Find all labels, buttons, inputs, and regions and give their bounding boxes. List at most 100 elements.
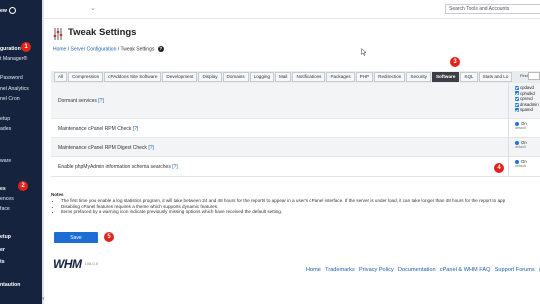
sidebar-item-label: face xyxy=(0,206,10,212)
sidebar-item-analytics[interactable]: nel Analytics xyxy=(0,86,29,92)
sidebar-item-documentation[interactable]: ntaution xyxy=(0,282,20,288)
checkbox-checked-icon[interactable] xyxy=(515,85,519,90)
tab-php[interactable]: PHP xyxy=(355,72,374,82)
default-label: default xyxy=(515,164,526,168)
save-button[interactable]: Save xyxy=(54,232,98,243)
checkbox-checked-icon[interactable] xyxy=(515,102,519,107)
rpm-check-toggle[interactable]: On default xyxy=(515,121,527,130)
footer-link-privacy-policy[interactable]: Privacy Policy xyxy=(359,267,394,273)
checkbox-checked-icon[interactable] xyxy=(515,91,519,96)
callout-badge-2: 2 xyxy=(18,181,28,191)
sidebar-item-upgrades[interactable]: ades xyxy=(0,126,11,132)
sidebar-item-preferences-section[interactable]: es xyxy=(0,186,6,192)
help-icon[interactable]: ? xyxy=(157,46,164,52)
column-divider xyxy=(508,157,509,176)
tab-security[interactable]: Security xyxy=(406,72,431,82)
setting-label: Enable phpMyAdmin information schema sea… xyxy=(58,164,178,170)
tab-domains[interactable]: Domains xyxy=(222,72,249,82)
sidebar-item-password[interactable]: Password xyxy=(0,75,23,81)
rpm-digest-toggle[interactable]: On default xyxy=(515,140,527,149)
setting-help-link[interactable]: [?] xyxy=(133,126,139,132)
sidebar-item-setup[interactable]: etup xyxy=(0,116,10,122)
setting-help-link[interactable]: [?] xyxy=(98,98,104,104)
tab-sql[interactable]: SQL xyxy=(460,72,478,82)
tab-development[interactable]: Development xyxy=(162,72,198,82)
setting-help-link[interactable]: [?] xyxy=(172,164,178,170)
settings-table: Dormant services [?] cpdavd cphulkd cpsr… xyxy=(51,83,540,179)
footer-link-trademarks[interactable]: Trademarks xyxy=(325,267,355,273)
sidebar-item-configuration[interactable]: guration xyxy=(0,46,21,52)
sidebar-item-interface[interactable]: face xyxy=(0,206,10,212)
sidebar-item-label: er xyxy=(0,247,5,253)
sidebar-item-manager[interactable]: t Manager® xyxy=(0,56,27,62)
breadcrumb: Home / Server Configuration / Tweak Sett… xyxy=(53,46,164,52)
dormant-services-options: cpdavd cphulkd cpsrvd dnsadmin spamd xyxy=(515,85,539,113)
top-bar: ⌄ Search Tools and Accounts xyxy=(44,0,540,19)
sidebar-item-label: Password xyxy=(0,75,23,81)
tweak-settings-icon xyxy=(53,27,63,40)
breadcrumb-server-configuration[interactable]: Server Configuration xyxy=(71,46,117,52)
default-label: default xyxy=(515,126,526,130)
page-title: Tweak Settings xyxy=(68,27,137,38)
setting-label-text: Dormant services xyxy=(58,98,97,104)
phpmyadmin-schema-toggle[interactable]: On default xyxy=(515,159,527,168)
sidebar-item-label: nel Analytics xyxy=(0,86,29,92)
tab-display[interactable]: Display xyxy=(198,72,222,82)
checkbox-checked-icon[interactable] xyxy=(515,108,519,113)
circle-arrow-icon xyxy=(9,7,17,14)
tab-software[interactable]: Software xyxy=(431,72,460,82)
tab-packages[interactable]: Packages xyxy=(326,72,355,82)
sidebar-item-setup-section[interactable]: etup xyxy=(0,234,11,240)
tab-notifications[interactable]: Notifications xyxy=(292,72,326,82)
setting-label-text: Maintenance cPanel RPM Check xyxy=(58,126,132,132)
tab-compression[interactable]: Compression xyxy=(68,72,104,82)
callout-badge-5: 5 xyxy=(104,232,114,242)
setting-label-text: Maintenance cPanel RPM Digest Check xyxy=(58,145,147,151)
setting-row: Enable phpMyAdmin information schema sea… xyxy=(51,157,540,177)
setting-row: Maintenance cPanel RPM Check [?] On defa… xyxy=(51,119,540,138)
sidebar-item-label: ades xyxy=(0,126,12,132)
scroll-down-icon[interactable]: ▾ xyxy=(42,296,45,302)
setting-help-link[interactable]: [?] xyxy=(148,145,154,151)
sidebar-item-cron[interactable]: nel Cron xyxy=(0,96,20,102)
tab-all[interactable]: All xyxy=(54,72,68,82)
option-spamd[interactable]: spamd xyxy=(515,107,539,113)
column-divider xyxy=(508,83,509,118)
sidebar-item-label: guration xyxy=(0,46,21,52)
option-label: cpdavd xyxy=(520,85,534,90)
default-label: default xyxy=(515,145,526,149)
footer-link-home[interactable]: Home xyxy=(306,267,321,273)
footer-link-documentation[interactable]: Documentation xyxy=(398,267,436,273)
breadcrumb-home[interactable]: Home xyxy=(53,46,66,52)
sidebar-item-label: etup xyxy=(0,234,11,240)
logo-text: WHM xyxy=(53,257,82,271)
sidebar-scrollbar[interactable] xyxy=(42,0,44,304)
sidebar-item-label: es xyxy=(0,186,6,192)
sidebar-item-software[interactable]: ware xyxy=(0,158,11,164)
chevron-down-icon[interactable]: ⌄ xyxy=(90,4,96,12)
find-input[interactable] xyxy=(528,72,540,80)
sidebar-item-new[interactable]: ew xyxy=(0,7,17,14)
option-label: dnsadmin xyxy=(520,101,539,107)
sidebar-item-preferences[interactable]: ences xyxy=(0,196,14,202)
tab-cpaddons-site-software[interactable]: cPAddons Site Software xyxy=(104,72,162,82)
option-label: cphulkd xyxy=(520,90,535,96)
sidebar-item-accounts[interactable]: ts xyxy=(0,259,5,265)
setting-row: Dormant services [?] cpdavd cphulkd cpsr… xyxy=(51,83,540,119)
tab-redirection[interactable]: Redirection xyxy=(374,72,406,82)
column-divider xyxy=(508,138,509,156)
tab-stats-and-logs[interactable]: Stats and Lo xyxy=(478,72,513,82)
search-input[interactable]: Search Tools and Accounts xyxy=(445,4,540,14)
notes-list: The first time you enable a log statisti… xyxy=(57,198,505,215)
checkbox-checked-icon[interactable] xyxy=(515,97,519,102)
breadcrumb-current: Tweak Settings xyxy=(120,46,155,53)
footer-link-support-forums[interactable]: Support Forums xyxy=(495,267,535,273)
setting-label: Dormant services [?] xyxy=(58,98,104,104)
tab-logging[interactable]: Logging xyxy=(249,72,275,82)
sidebar-item-server[interactable]: er xyxy=(0,247,5,253)
mouse-cursor-icon xyxy=(361,43,367,56)
note-item: The first time you enable a log statisti… xyxy=(61,198,505,204)
tab-mail[interactable]: Mail xyxy=(275,72,292,82)
footer-link-faq[interactable]: cPanel & WHM FAQ xyxy=(440,267,491,273)
sidebar-item-label: ts xyxy=(0,259,5,265)
